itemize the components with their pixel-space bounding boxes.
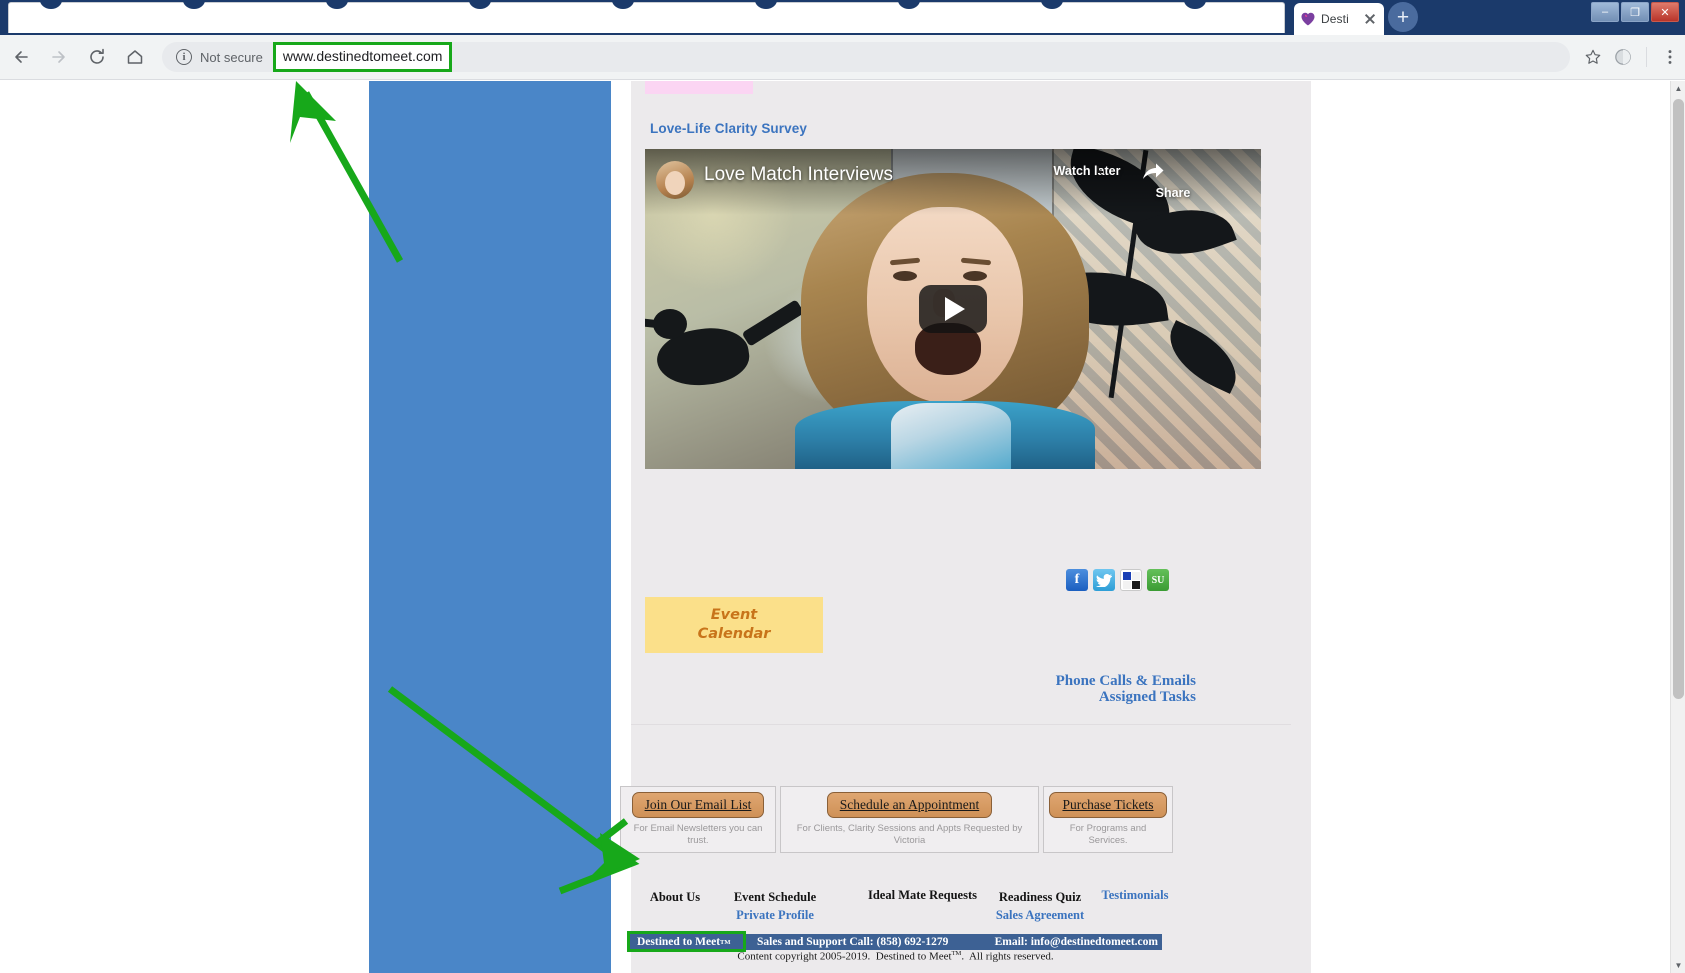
avatar[interactable] xyxy=(656,161,694,199)
back-arrow-icon[interactable] xyxy=(4,40,38,74)
url-text[interactable]: www.destinedtomeet.com xyxy=(283,48,443,64)
scrollbar-thumb[interactable] xyxy=(1673,99,1684,699)
copyright-trademark-symbol: TM xyxy=(951,950,962,957)
pink-banner-strip xyxy=(645,81,753,94)
watch-later-label: Watch later xyxy=(1053,164,1121,178)
tab-destinedtomeet[interactable]: Desti xyxy=(1294,3,1384,35)
footer-contact-bar: Destined to Meet TM Sales and Support Cal… xyxy=(629,934,1162,950)
close-window-button[interactable]: ✕ xyxy=(1651,2,1679,22)
security-status: Not secure xyxy=(200,49,263,65)
vertical-scrollbar[interactable]: ▲ ▼ xyxy=(1670,81,1685,973)
footer-phone: Sales and Support Call: (858) 692-1279 xyxy=(757,936,949,948)
new-tab-button[interactable]: + xyxy=(1388,2,1418,32)
close-icon[interactable] xyxy=(1362,11,1378,27)
info-circle-icon[interactable]: i xyxy=(176,49,192,65)
scroll-up-arrow-icon[interactable]: ▲ xyxy=(1671,81,1685,96)
assigned-tasks-link[interactable]: Assigned Tasks xyxy=(900,689,1196,705)
event-calendar-line1: Event xyxy=(710,607,758,623)
section-divider xyxy=(631,724,1291,725)
purchase-tickets-button[interactable]: Purchase Tickets xyxy=(1049,792,1167,818)
minimize-button[interactable]: – xyxy=(1591,2,1619,22)
watch-later-button[interactable]: Watch later xyxy=(1043,161,1131,178)
trademark-symbol: TM xyxy=(720,938,731,946)
twitter-share-icon[interactable] xyxy=(1093,569,1115,591)
reload-icon[interactable] xyxy=(80,40,114,74)
copyright-post: . All rights reserved. xyxy=(961,950,1054,963)
delicious-share-icon[interactable] xyxy=(1120,569,1142,591)
schedule-appointment-caption: For Clients, Clarity Sessions and Appts … xyxy=(796,823,1023,846)
event-calendar-button[interactable]: Event Calendar xyxy=(645,597,823,653)
join-email-list-box: Join Our Email List For Email Newsletter… xyxy=(620,786,776,853)
right-side-links: Phone Calls & Emails Assigned Tasks xyxy=(900,673,1196,705)
love-life-clarity-survey-link[interactable]: Love-Life Clarity Survey xyxy=(650,121,807,136)
social-share-row: f SU xyxy=(1066,569,1169,591)
share-arrow-icon xyxy=(1141,161,1205,183)
toolbar-divider xyxy=(1646,47,1647,67)
schedule-appointment-box: Schedule an Appointment For Clients, Cla… xyxy=(780,786,1039,853)
footer-brand[interactable]: Destined to Meet TM xyxy=(629,934,739,950)
nav-event-schedule[interactable]: Event Schedule xyxy=(715,890,835,905)
profile-icon[interactable] xyxy=(1608,42,1638,72)
share-label: Share xyxy=(1155,186,1191,200)
join-email-list-button[interactable]: Join Our Email List xyxy=(631,792,765,818)
purchase-tickets-box: Purchase Tickets For Programs and Servic… xyxy=(1043,786,1173,853)
home-icon[interactable] xyxy=(118,40,152,74)
nav-about-us[interactable]: About Us xyxy=(620,890,730,905)
tab-title: Desti xyxy=(1321,12,1349,26)
maximize-button[interactable]: ❐ xyxy=(1621,2,1649,22)
heart-icon xyxy=(1300,11,1316,27)
tab-scallop-decoration xyxy=(0,0,1685,12)
schedule-appointment-button[interactable]: Schedule an Appointment xyxy=(826,792,993,818)
three-dot-menu-icon[interactable] xyxy=(1655,42,1685,72)
join-email-list-caption: For Email Newsletters you can trust. xyxy=(633,823,763,846)
tab-strip: Desti + – ❐ ✕ xyxy=(0,0,1685,35)
scroll-down-arrow-icon[interactable]: ▼ xyxy=(1671,958,1685,973)
bottom-navigation: About Us Event Schedule Private Profile … xyxy=(620,886,1187,928)
browser-toolbar: i Not secure www.destinedtomeet.com xyxy=(0,35,1685,80)
nav-private-profile[interactable]: Private Profile xyxy=(715,908,835,923)
youtube-video-embed[interactable]: Love Match Interviews Watch later Share xyxy=(645,149,1261,469)
footer-email[interactable]: Email: info@destinedtomeet.com xyxy=(995,934,1158,950)
address-bar[interactable]: i Not secure www.destinedtomeet.com xyxy=(162,42,1570,72)
url-highlight-box: www.destinedtomeet.com xyxy=(272,42,453,72)
facebook-share-icon[interactable]: f xyxy=(1066,569,1088,591)
nav-sales-agreement[interactable]: Sales Agreement xyxy=(965,908,1115,923)
play-button-icon[interactable] xyxy=(919,285,987,333)
phone-calls-emails-link[interactable]: Phone Calls & Emails xyxy=(900,673,1196,689)
stumbleupon-share-icon[interactable]: SU xyxy=(1147,569,1169,591)
copyright-line: Content copyright 2005-2019. Destined to… xyxy=(629,950,1162,963)
copyright-pre: Content copyright 2005-2019. Destined to… xyxy=(737,950,952,963)
footer-brand-text: Destined to Meet xyxy=(637,936,721,948)
left-blue-panel xyxy=(369,81,611,973)
browser-window: Desti + – ❐ ✕ i Not secure www.destinedt… xyxy=(0,0,1685,973)
video-channel-title[interactable]: Love Match Interviews xyxy=(704,164,893,186)
page-viewport: Love-Life Clarity Survey Love Match Inte… xyxy=(0,81,1685,973)
purchase-tickets-caption: For Programs and Services. xyxy=(1069,823,1147,846)
bookmark-star-icon[interactable] xyxy=(1578,42,1608,72)
event-calendar-line2: Calendar xyxy=(697,626,771,642)
forward-arrow-icon[interactable] xyxy=(42,40,76,74)
cta-box-row: Join Our Email List For Email Newsletter… xyxy=(620,786,1187,853)
window-controls: – ❐ ✕ xyxy=(1591,2,1679,22)
nav-testimonials[interactable]: Testimonials xyxy=(1080,888,1190,903)
share-button[interactable]: Share xyxy=(1141,161,1205,200)
